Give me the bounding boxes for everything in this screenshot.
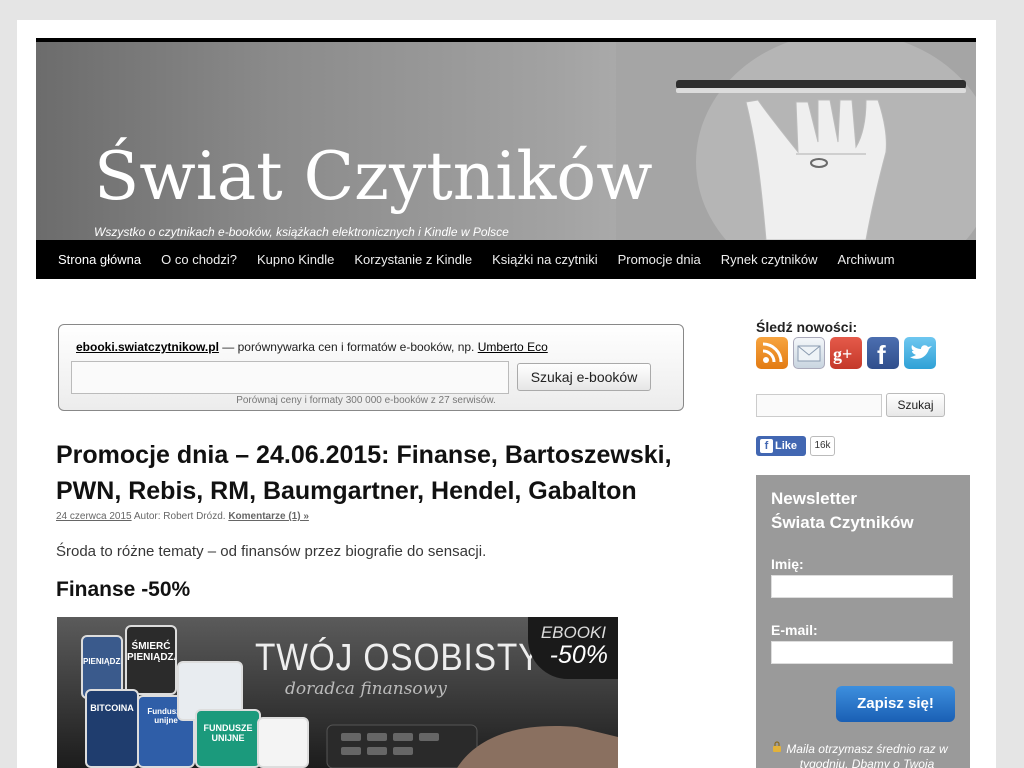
ebooki-example-link[interactable]: Umberto Eco <box>478 340 548 354</box>
ebooki-site-link[interactable]: ebooki.swiatczytnikow.pl <box>76 340 219 354</box>
nav-archive[interactable]: Archiwum <box>828 240 905 279</box>
book-1-title: PIENIĄDZE <box>83 657 123 666</box>
banner-subheadline: doradca finansowy <box>285 679 447 699</box>
nav-market[interactable]: Rynek czytników <box>711 240 828 279</box>
rss-icon[interactable] <box>756 337 788 369</box>
newsletter-note-text: Maila otrzymasz średnio raz w tygodniu. … <box>786 742 948 768</box>
book-6-title: FUNDUSZE UNIJNE <box>203 723 253 743</box>
post-date-link[interactable]: 24 czerwca 2015 <box>56 511 132 522</box>
google-plus-icon[interactable]: g+ <box>830 337 862 369</box>
banner-corner-label: EBOOKI <box>540 623 606 642</box>
lock-icon <box>773 741 781 752</box>
sidebar-search-button[interactable]: Szukaj <box>886 393 945 417</box>
newsletter-subscribe-button[interactable]: Zapisz się! <box>836 686 955 722</box>
ebook-search-description: ebooki.swiatczytnikow.pl — porównywarka … <box>76 340 548 354</box>
site-title[interactable]: Świat Czytników <box>94 138 653 215</box>
facebook-icon[interactable]: f <box>867 337 899 370</box>
envelope-glyph <box>797 345 821 362</box>
post-subheading: Finanse -50% <box>56 578 191 601</box>
post-lead: Środa to różne tematy – od finansów prze… <box>56 543 487 560</box>
newsletter-title-line1: Newsletter <box>771 489 857 508</box>
book-cover-6: FUNDUSZE UNIJNE <box>195 709 261 768</box>
follow-label: Śledź nowości: <box>756 319 858 335</box>
nav-books[interactable]: Książki na czytniki <box>482 240 607 279</box>
ebook-search-button[interactable]: Szukaj e-booków <box>517 363 651 391</box>
nav-buy-kindle[interactable]: Kupno Kindle <box>247 240 344 279</box>
main-navigation: Strona główna O co chodzi? Kupno Kindle … <box>36 240 976 279</box>
nav-daily-deals[interactable]: Promocje dnia <box>608 240 711 279</box>
nav-about[interactable]: O co chodzi? <box>151 240 247 279</box>
header-banner[interactable]: Świat Czytników Wszystko o czytnikach e-… <box>36 42 976 240</box>
book-cover-3: BITCOINA <box>85 689 139 768</box>
facebook-f-icon: f <box>760 439 773 453</box>
book-cover-2: ŚMIERĆ PIENIĄDZA <box>125 625 177 695</box>
book-3-title: BITCOINA <box>90 703 134 713</box>
facebook-like-count: 16k <box>810 436 835 456</box>
sidebar-search-input[interactable] <box>756 394 882 417</box>
ebook-search-widget: ebooki.swiatczytnikow.pl — porównywarka … <box>58 324 684 411</box>
gplus-glyph: g+ <box>833 344 852 364</box>
banner-corner-discount: -50% <box>549 641 608 669</box>
svg-text:f: f <box>877 340 886 369</box>
newsletter-name-label: Imię: <box>771 556 804 572</box>
newsletter-note: Maila otrzymasz średnio raz w tygodniu. … <box>772 741 962 768</box>
newsletter-title: Newsletter Świata Czytników <box>771 487 914 535</box>
newsletter-email-label: E-mail: <box>771 622 818 638</box>
newsletter-name-input[interactable] <box>771 575 953 598</box>
rss-glyph <box>762 342 783 363</box>
twitter-icon[interactable] <box>904 337 936 369</box>
facebook-like-button[interactable]: f Like <box>756 436 806 456</box>
facebook-glyph: f <box>877 340 886 370</box>
banner-headline: TWÓJ OSOBISTY <box>255 637 542 679</box>
email-icon[interactable] <box>793 337 825 369</box>
newsletter-box: Newsletter Świata Czytników Imię: E-mail:… <box>756 475 970 768</box>
newsletter-title-line2: Świata Czytników <box>771 513 914 532</box>
svg-text:g+: g+ <box>833 344 852 364</box>
ebook-search-note: Porównaj ceny i formaty 300 000 e-booków… <box>236 395 496 406</box>
fb-like-label: Like <box>775 440 798 452</box>
site-description: Wszystko o czytnikach e-booków, książkac… <box>94 225 509 239</box>
ebook-search-input[interactable] <box>71 361 509 394</box>
post-meta: 24 czerwca 2015 Autor: Robert Drózd. Kom… <box>56 511 309 522</box>
book-2-title: ŚMIERĆ PIENIĄDZA <box>127 641 177 663</box>
promo-banner-image[interactable]: PIENIĄDZE ŚMIERĆ PIENIĄDZA BITCOINA Fund… <box>57 617 618 768</box>
book-cover-7 <box>257 717 309 768</box>
post-comments-link[interactable]: Komentarze (1) » <box>228 511 309 522</box>
newsletter-email-input[interactable] <box>771 641 953 664</box>
tablet-hand-image <box>616 42 976 240</box>
nav-using-kindle[interactable]: Korzystanie z Kindle <box>344 240 482 279</box>
post-author: Autor: Robert Drózd. <box>131 511 229 522</box>
post-title[interactable]: Promocje dnia – 24.06.2015: Finanse, Bar… <box>56 437 706 509</box>
nav-home[interactable]: Strona główna <box>48 240 151 279</box>
bird-glyph <box>910 345 932 359</box>
ebooki-text: — porównywarka cen i formatów e-booków, … <box>218 340 478 354</box>
